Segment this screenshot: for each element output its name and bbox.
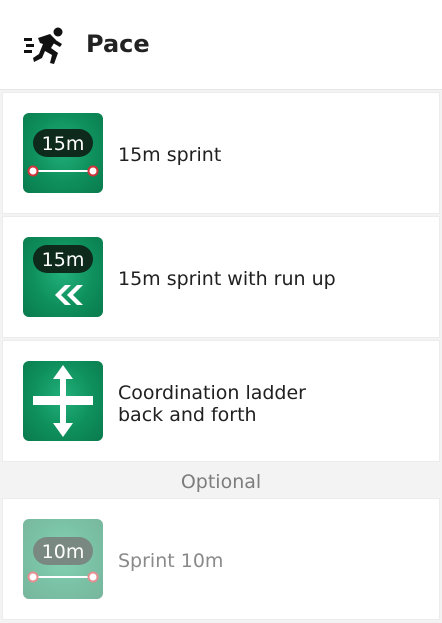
exercise-label-line-2: back and forth bbox=[118, 404, 257, 426]
running-person-icon bbox=[24, 26, 66, 66]
exercise-item-coordination-ladder[interactable]: Coordination ladder back and forth bbox=[2, 340, 440, 462]
sprint-run-up-icon: 15m bbox=[23, 237, 103, 317]
exercise-label-line-1: Coordination ladder bbox=[118, 382, 306, 404]
distance-badge: 15m bbox=[41, 133, 85, 155]
sprint-10m-icon: 10m bbox=[23, 519, 103, 599]
exercise-label: 15m sprint with run up bbox=[118, 268, 336, 290]
distance-badge: 10m bbox=[41, 541, 85, 563]
exercise-label: 15m sprint bbox=[118, 144, 222, 166]
exercise-label: Sprint 10m bbox=[118, 550, 224, 572]
page-header: Pace bbox=[0, 0, 442, 90]
exercise-item-15m-sprint-run-up[interactable]: 15m 15m sprint with run up bbox=[2, 216, 440, 338]
exercise-item-sprint-10m[interactable]: 10m Sprint 10m bbox=[2, 498, 440, 620]
exercise-label: Coordination ladder back and forth bbox=[118, 382, 378, 426]
distance-badge: 15m bbox=[41, 249, 85, 271]
optional-section-header: Optional bbox=[0, 464, 442, 498]
exercise-item-15m-sprint[interactable]: 15m 15m sprint bbox=[2, 92, 440, 214]
sprint-15m-icon: 15m bbox=[23, 113, 103, 193]
page-title: Pace bbox=[86, 30, 150, 58]
coordination-ladder-icon bbox=[23, 361, 103, 441]
